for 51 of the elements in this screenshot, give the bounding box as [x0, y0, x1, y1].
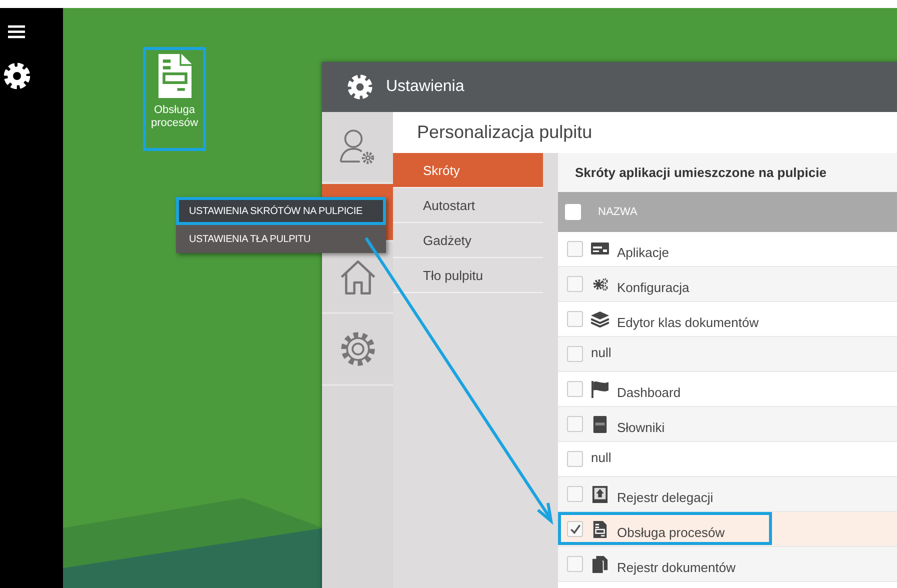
- gears-icon: [591, 276, 609, 292]
- shortcut-label: Obsługa procesów: [150, 104, 200, 130]
- card-icon: [591, 240, 609, 258]
- settings-icon: [346, 73, 374, 101]
- row-name: Aplikacje: [617, 244, 670, 260]
- row-name: Słowniki: [617, 420, 665, 434]
- flag-icon: [591, 380, 609, 398]
- column-header: NAZWA: [598, 206, 638, 218]
- checkmark-icon: [568, 522, 582, 536]
- row-name: Edytor klas dokumentów: [617, 314, 759, 330]
- row-checkbox[interactable]: [567, 521, 583, 537]
- row-name: Rejestr dokumentów: [617, 560, 736, 574]
- settings-tab[interactable]: Autostart: [393, 188, 543, 223]
- row-name: Dashboard: [617, 384, 681, 400]
- documents-icon: [591, 556, 609, 572]
- layers-icon: [591, 310, 609, 328]
- document-icon: [158, 54, 192, 98]
- table-row[interactable]: Obsługa procesów: [558, 512, 897, 547]
- document-icon: [591, 520, 609, 538]
- row-checkbox[interactable]: [567, 556, 583, 572]
- row-checkbox[interactable]: [567, 346, 583, 362]
- table-row[interactable]: Rejestr delegacji: [558, 477, 897, 512]
- menu-item[interactable]: USTAWIENIA SKRÓTÓW NA PULPICIE: [176, 197, 386, 225]
- page-heading: Personalizacja pulpitu: [416, 121, 594, 144]
- desktop-shortcut[interactable]: Obsługa procesów: [143, 47, 206, 151]
- row-checkbox[interactable]: [567, 381, 583, 397]
- row-checkbox[interactable]: [567, 451, 583, 467]
- row-name: Rejestr delegacji: [617, 490, 714, 504]
- row-name: null: [591, 344, 612, 360]
- table-row[interactable]: Rejestr dokumentów: [558, 547, 897, 582]
- settings-tab[interactable]: Tło pulpitu: [393, 258, 543, 293]
- table-row[interactable]: Słowniki: [558, 407, 897, 442]
- select-all-checkbox[interactable]: [565, 204, 581, 220]
- menu-item[interactable]: USTAWIENIA TŁA PULPITU: [176, 225, 386, 253]
- table-title: Skróty aplikacji umieszczone na pulpicie: [558, 153, 897, 192]
- settings-tab[interactable]: Skróty: [393, 153, 543, 188]
- table-row[interactable]: Konfiguracja: [558, 267, 897, 302]
- row-checkbox[interactable]: [567, 276, 583, 292]
- row-name: Konfiguracja: [617, 280, 690, 294]
- menu-icon[interactable]: [8, 25, 25, 39]
- settings-icon[interactable]: [2, 61, 32, 91]
- row-checkbox[interactable]: [567, 311, 583, 327]
- row-checkbox[interactable]: [567, 486, 583, 502]
- row-name: null: [591, 450, 612, 464]
- window-title: Ustawienia: [386, 78, 464, 96]
- book-icon: [591, 416, 609, 432]
- row-checkbox[interactable]: [567, 416, 583, 432]
- row-name: Obsługa procesów: [617, 524, 725, 540]
- table-row[interactable]: null: [558, 337, 897, 372]
- settings-tab[interactable]: Gadżety: [393, 223, 543, 258]
- row-checkbox[interactable]: [567, 241, 583, 257]
